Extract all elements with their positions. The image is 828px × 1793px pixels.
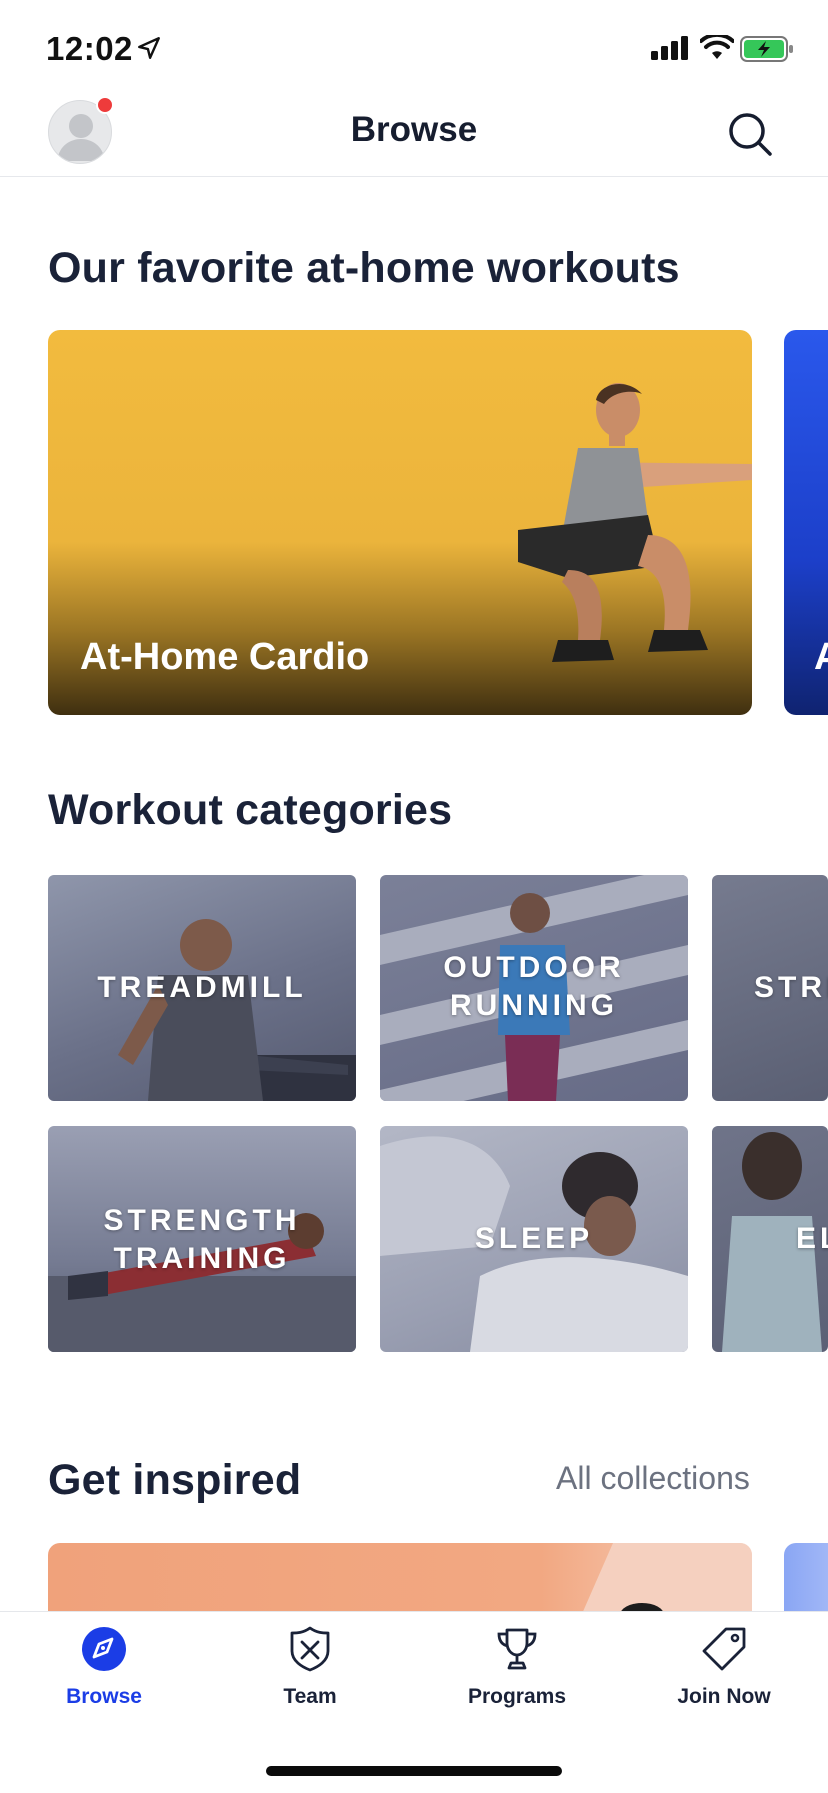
featured-card-next-label: A bbox=[814, 636, 828, 678]
tab-label: Programs bbox=[467, 1685, 567, 1708]
tab-browse[interactable]: Browse bbox=[24, 1625, 184, 1725]
wifi-icon bbox=[700, 35, 734, 59]
category-label: TREADMILL bbox=[97, 971, 307, 1004]
tab-programs[interactable]: Programs bbox=[437, 1625, 597, 1725]
all-collections-link[interactable]: All collections bbox=[556, 1460, 750, 1497]
featured-card-label: At-Home Cardio bbox=[80, 636, 370, 678]
category-label: STRI bbox=[754, 971, 828, 1004]
featured-section-title: Our favorite at-home workouts bbox=[48, 244, 680, 292]
status-time: 12:02 bbox=[46, 30, 133, 67]
categories-section-title: Workout categories bbox=[48, 786, 453, 834]
page-title: Browse bbox=[350, 110, 478, 149]
category-tile-sleep[interactable]: SLEEP bbox=[380, 1126, 688, 1352]
category-tile-elliptical[interactable]: ELL bbox=[712, 1126, 828, 1352]
category-label: SLEEP bbox=[474, 1222, 594, 1255]
search-icon[interactable] bbox=[726, 110, 774, 158]
tab-team[interactable]: Team bbox=[230, 1625, 390, 1725]
category-tile-strength[interactable]: STRI bbox=[712, 875, 828, 1101]
battery-icon bbox=[740, 36, 793, 62]
location-arrow-icon bbox=[138, 37, 160, 59]
shield-icon bbox=[290, 1626, 330, 1672]
tab-label: Browse bbox=[66, 1685, 142, 1708]
category-label: STRENGTH TRAINING bbox=[103, 1204, 301, 1275]
home-indicator[interactable] bbox=[266, 1766, 562, 1776]
tab-label: Join Now bbox=[677, 1685, 771, 1708]
compass-icon bbox=[82, 1627, 126, 1671]
tab-join-now[interactable]: Join Now bbox=[644, 1625, 804, 1725]
category-label: OUTDOOR RUNNING bbox=[443, 951, 625, 1022]
category-tile-outdoor-running[interactable]: OUTDOOR RUNNING bbox=[380, 875, 688, 1101]
inspired-section-title: Get inspired bbox=[48, 1456, 302, 1504]
category-tile-treadmill[interactable]: TREADMILL bbox=[48, 875, 356, 1101]
tab-label: Team bbox=[283, 1685, 337, 1708]
cellular-signal-icon bbox=[651, 36, 688, 60]
trophy-icon bbox=[497, 1628, 537, 1670]
category-label: ELL bbox=[796, 1222, 828, 1255]
tag-icon bbox=[702, 1627, 746, 1671]
category-tile-strength-training[interactable]: STRENGTH TRAINING bbox=[48, 1126, 356, 1352]
